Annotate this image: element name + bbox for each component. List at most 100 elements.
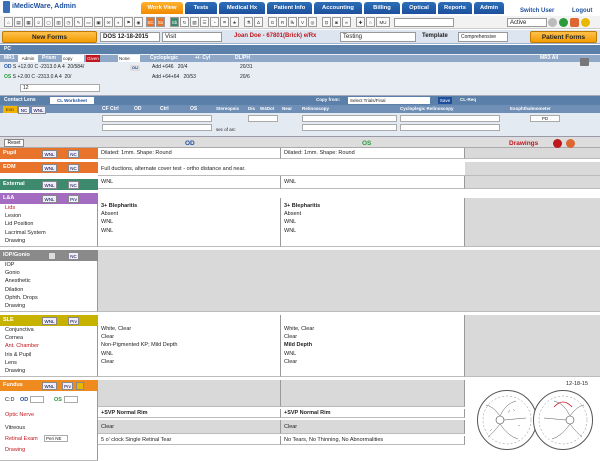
os-sphere[interactable]: +2.00 [17, 74, 30, 80]
testing-select[interactable]: Testing [340, 32, 416, 42]
list-icon[interactable]: ☰ [200, 17, 209, 27]
la-prv-button[interactable]: Prv [68, 195, 79, 203]
sb-icon[interactable]: Sb [170, 17, 179, 27]
pill-icon[interactable]: ◐ [114, 17, 123, 27]
os-va[interactable]: 20/ [65, 74, 72, 80]
help-icon[interactable] [581, 18, 590, 27]
eom-value[interactable]: Full ductions, alternate cover test - or… [98, 162, 465, 176]
visit-select[interactable]: Visit [162, 32, 222, 42]
fundus-os-retinal-exam[interactable]: No Tears, No Thinning, No Abnormalities [281, 436, 465, 446]
image-icon[interactable]: ▨ [190, 17, 199, 27]
alert-icon[interactable] [570, 18, 579, 27]
sle-os-conjunctiva[interactable]: White, Clear [281, 325, 464, 333]
iop-item-ophth-drops[interactable]: Ophth. Drops [0, 294, 97, 302]
pupil-os-value[interactable]: Dilated: 1mm. Shape: Round [281, 148, 465, 159]
fundus-os-optic-nerve[interactable]: +SVP Normal Rim [281, 409, 465, 419]
la-os-lesion[interactable]: Absent [281, 210, 464, 218]
cl-evd-badge[interactable]: EVD [3, 106, 17, 113]
rx-extra-field[interactable]: 12 [20, 84, 100, 92]
sle-item-ant-chamber[interactable]: Ant. Chamber [0, 342, 97, 350]
rfs-icon[interactable]: R [278, 17, 287, 27]
test-icon[interactable]: ∆ [254, 17, 263, 27]
go-icon[interactable] [559, 18, 568, 27]
calendar-icon[interactable]: ▦ [24, 17, 33, 27]
flag-icon[interactable]: ⚑ [124, 17, 133, 27]
la-wnl-button[interactable]: WNL [42, 195, 57, 203]
cl-wnl-button[interactable]: WNL [31, 106, 46, 114]
fundus-item-drawing[interactable]: Drawing [5, 447, 25, 453]
sc-icon[interactable]: SC [146, 17, 155, 27]
la-od-lids[interactable]: 3+ Blepharitis [98, 202, 280, 210]
lab-icon[interactable]: ⚗ [244, 17, 253, 27]
la-item-drawing[interactable]: Drawing [0, 237, 97, 245]
reset-button[interactable]: Reset [4, 139, 24, 147]
sle-os-lens[interactable]: Clear [281, 358, 464, 366]
logout-link[interactable]: Logout [572, 8, 592, 14]
ocular-icon[interactable]: ◎ [308, 17, 317, 27]
home-icon[interactable]: ⌂ [4, 17, 13, 27]
document-icon[interactable]: ▢ [44, 17, 53, 27]
template-select[interactable]: Comprehensive [458, 32, 508, 42]
erx-icon[interactable]: ℞ [288, 17, 297, 27]
od-fundus-drawing[interactable] [477, 390, 537, 450]
meds-icon[interactable]: ✚ [356, 17, 365, 27]
sle-item-drawing[interactable]: Drawing [0, 367, 97, 375]
od-axis[interactable]: 4 [62, 64, 65, 70]
tab-patient-info[interactable]: Patient Info [267, 2, 312, 14]
gps-icon[interactable]: G [268, 17, 277, 27]
iop-item-gonio[interactable]: Gonio [0, 269, 97, 277]
os-fundus-drawing[interactable] [533, 390, 593, 450]
os-add[interactable]: Add +64+64 20/53 [152, 74, 196, 81]
od-sphere[interactable]: +12.00 [18, 64, 33, 70]
sle-od-ant-chamber[interactable]: Non-Pigmented KP; Mild Depth [98, 341, 280, 349]
fundus-prv-button[interactable]: Prv [62, 382, 73, 390]
os-dist[interactable]: 20/6 [240, 74, 250, 81]
sle-item-iris-pupil[interactable]: Iris & Pupil [0, 351, 97, 359]
cd-od-input[interactable] [30, 396, 44, 403]
iop-values-cell[interactable] [98, 250, 600, 312]
la-item-lids[interactable]: Lids [0, 204, 97, 212]
search-input[interactable] [394, 18, 454, 27]
external-os-value[interactable]: WNL [281, 176, 465, 189]
pd-input[interactable]: PD [530, 115, 560, 122]
print-icon[interactable]: ▤ [14, 17, 23, 27]
pupil-wnl-button[interactable]: WNL [42, 150, 57, 158]
eom-nc-button[interactable]: NC [68, 164, 79, 172]
copy-select[interactable]: copy [62, 55, 84, 62]
sle-os-iris[interactable]: WNL [281, 350, 464, 358]
peri-select[interactable]: Peri NE [44, 435, 68, 442]
la-od-lacrimal[interactable]: WNL [98, 227, 280, 235]
sle-item-conjunctiva[interactable]: Conjunctiva [0, 326, 97, 334]
switch-user-link[interactable]: Switch User [520, 8, 554, 14]
os-cyl[interactable]: -2313.0 [36, 74, 53, 80]
la-item-lacrimal[interactable]: Lacrimal System [0, 229, 97, 237]
cyclo-od-input[interactable] [400, 115, 500, 122]
tab-admin[interactable]: Admin [474, 2, 504, 14]
glasses-icon[interactable]: ∞ [342, 17, 351, 27]
pupil-od-value[interactable]: Dilated: 1mm. Shape: Round [98, 148, 281, 159]
sle-od-lens[interactable]: Clear [98, 358, 280, 366]
none-select[interactable]: None [118, 55, 140, 62]
od-cyl[interactable]: -2313.0 [39, 64, 56, 70]
tab-reports[interactable]: Reports [438, 2, 472, 14]
tab-accounting[interactable]: Accounting [314, 2, 362, 14]
tab-billing[interactable]: Billing [364, 2, 400, 14]
bell-icon[interactable]: ◔ [210, 17, 219, 27]
la-item-lid-position[interactable]: Lid Position [0, 220, 97, 228]
fundus-wnl-button[interactable]: WNL [42, 382, 57, 390]
admin-select[interactable]: Admin [18, 55, 38, 62]
tab-optical[interactable]: Optical [402, 2, 436, 14]
la-od-position[interactable]: WNL [98, 218, 280, 226]
cf-ctrl-inputs-2[interactable] [102, 124, 212, 131]
dos-select[interactable]: DOS 12-18-2015 [100, 32, 160, 42]
drawing-play-icon[interactable] [566, 139, 575, 148]
retinoscopy-od-input[interactable] [302, 115, 397, 122]
sle-item-lens[interactable]: Lens [0, 359, 97, 367]
iop-item-anesthetic[interactable]: Anesthetic [0, 277, 97, 285]
external-od-value[interactable]: WNL [98, 176, 281, 189]
sle-item-cornea[interactable]: Cornea [0, 334, 97, 342]
retinoscopy-os-input[interactable] [302, 124, 397, 131]
la-os-lids[interactable]: 3+ Blepharitis [281, 202, 464, 210]
status-select[interactable]: Active [507, 18, 547, 27]
od-va[interactable]: 20/584/ [68, 64, 85, 70]
